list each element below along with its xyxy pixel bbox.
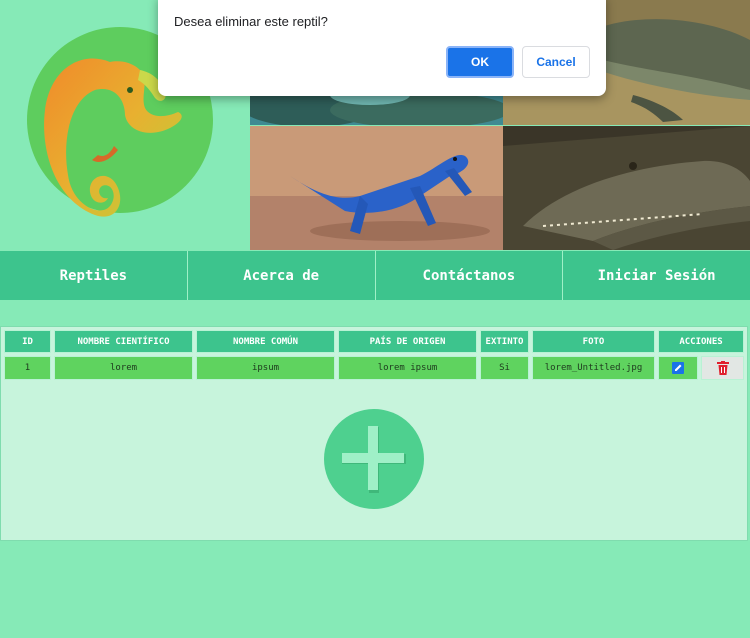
- col-header-foto: FOTO: [532, 330, 655, 353]
- delete-button[interactable]: [701, 356, 744, 380]
- reptiles-table: ID NOMBRE CIENTÍFICO NOMBRE COMÚN PAÍS D…: [1, 327, 747, 383]
- cell-pais: lorem ipsum: [338, 356, 477, 380]
- edit-icon: [672, 362, 685, 374]
- cancel-button[interactable]: Cancel: [522, 46, 590, 78]
- cell-extinto: Si: [480, 356, 529, 380]
- photo-crocodile-head: [503, 126, 750, 250]
- table-row: 1 lorem ipsum lorem ipsum Si lorem_Untit…: [4, 356, 744, 380]
- nav-item-login[interactable]: Iniciar Sesión: [563, 251, 750, 300]
- trash-icon: [716, 361, 729, 375]
- main-nav: Reptiles Acerca de Contáctanos Iniciar S…: [0, 251, 750, 300]
- plus-icon: [342, 426, 406, 493]
- col-header-comun: NOMBRE COMÚN: [196, 330, 335, 353]
- col-header-cientifico: NOMBRE CIENTÍFICO: [54, 330, 193, 353]
- nav-item-contacto[interactable]: Contáctanos: [376, 251, 564, 300]
- cell-id: 1: [4, 356, 51, 380]
- col-header-acciones: ACCIONES: [658, 330, 744, 353]
- table-header-row: ID NOMBRE CIENTÍFICO NOMBRE COMÚN PAÍS D…: [4, 330, 744, 353]
- photo-blue-lizard: [250, 126, 503, 250]
- cell-foto: lorem_Untitled.jpg: [532, 356, 655, 380]
- edit-button[interactable]: [658, 356, 699, 380]
- cell-comun: ipsum: [196, 356, 335, 380]
- confirm-dialog: Desea eliminar este reptil? OK Cancel: [158, 0, 606, 96]
- dialog-message: Desea eliminar este reptil?: [174, 14, 328, 29]
- ok-button[interactable]: OK: [446, 46, 514, 78]
- col-header-extinto: EXTINTO: [480, 330, 529, 353]
- add-reptile-button[interactable]: [324, 409, 424, 509]
- col-header-pais: PAÍS DE ORIGEN: [338, 330, 477, 353]
- cell-cientifico: lorem: [54, 356, 193, 380]
- nav-item-acerca[interactable]: Acerca de: [188, 251, 376, 300]
- nav-item-reptiles[interactable]: Reptiles: [0, 251, 188, 300]
- col-header-id: ID: [4, 330, 51, 353]
